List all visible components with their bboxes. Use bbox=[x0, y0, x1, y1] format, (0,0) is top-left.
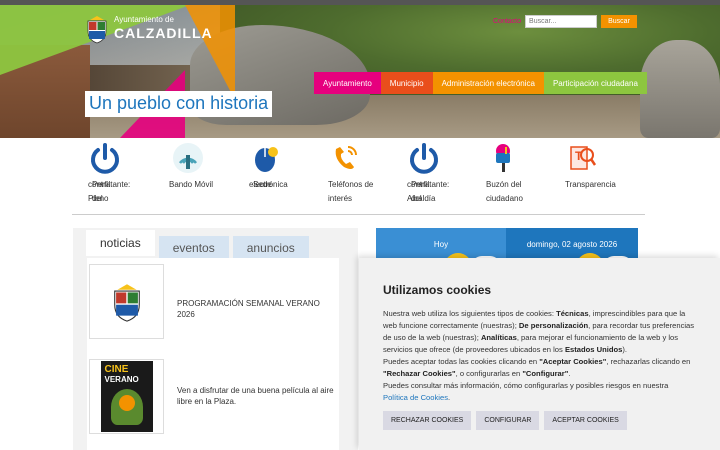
calendar-date: domingo, 02 agosto 2026 bbox=[526, 240, 618, 249]
site-header: Ayuntamiento de CALZADILLA Contacto Busc… bbox=[0, 5, 720, 138]
nav-item-1[interactable]: Municipio bbox=[380, 72, 433, 94]
cookie-buttons: RECHAZAR COOKIES CONFIGURAR ACEPTAR COOK… bbox=[383, 411, 698, 430]
quick-link-telefonos[interactable]: Teléfonos de interés bbox=[328, 141, 373, 203]
news-title[interactable]: Ven a disfrutar de una buena película al… bbox=[177, 385, 337, 407]
cookie-title: Utilizamos cookies bbox=[383, 283, 492, 297]
search-bar: Contacto Buscar bbox=[493, 15, 638, 28]
man-statue bbox=[640, 40, 720, 138]
mailbox-icon bbox=[496, 144, 510, 172]
configure-cookies-button[interactable]: CONFIGURAR bbox=[476, 411, 540, 430]
news-title[interactable]: PROGRAMACIÓN SEMANAL VERANO 2026 bbox=[177, 298, 337, 320]
broadcast-icon bbox=[173, 143, 203, 173]
org-subtitle: Ayuntamiento de bbox=[114, 15, 174, 24]
nav-item-0[interactable]: Ayuntamiento bbox=[314, 72, 381, 94]
tab-anuncios[interactable]: anuncios bbox=[232, 236, 309, 259]
reject-cookies-button[interactable]: RECHAZAR COOKIES bbox=[383, 411, 472, 430]
coat-of-arms-icon bbox=[87, 16, 107, 44]
news-list: PROGRAMACIÓN SEMANAL VERANO 2026 CINE VE… bbox=[87, 258, 339, 450]
contact-link[interactable]: Contacto bbox=[493, 18, 521, 25]
quick-link-perfil-pleno[interactable]: Perfil del contratante: Pleno bbox=[88, 141, 130, 203]
tab-noticias[interactable]: noticias bbox=[86, 230, 155, 256]
cine-de-verano-poster: CINE VERANO bbox=[100, 361, 153, 432]
site-logo[interactable]: Ayuntamiento de CALZADILLA bbox=[86, 14, 213, 44]
search-input[interactable] bbox=[525, 15, 598, 28]
phone-icon bbox=[335, 146, 357, 169]
coat-of-arms-icon bbox=[113, 283, 140, 322]
news-thumbnail[interactable] bbox=[89, 264, 164, 339]
nav-item-2[interactable]: Administración electrónica bbox=[432, 72, 544, 94]
accept-cookies-button[interactable]: ACEPTAR COOKIES bbox=[544, 411, 627, 430]
cookie-banner: Utilizamos cookies Nuestra web utiliza l… bbox=[359, 258, 720, 450]
mouse-hand-icon bbox=[255, 147, 278, 172]
quick-link-perfil-alcaldia[interactable]: Perfil del contratante: Alcaldía bbox=[407, 141, 449, 203]
news-tabs: noticias eventos anuncios bbox=[86, 230, 309, 259]
magnifier-document-icon: T bbox=[570, 146, 597, 170]
nav-item-3[interactable]: Participación ciudadana bbox=[543, 72, 647, 94]
quick-link-sede-electronica[interactable]: Sede electrónica bbox=[249, 141, 288, 189]
org-name: CALZADILLA bbox=[114, 25, 213, 41]
power-icon bbox=[410, 143, 438, 174]
section-divider bbox=[72, 214, 645, 215]
quick-links: Perfil del contratante: Pleno Bando Móvi… bbox=[88, 141, 648, 215]
cookie-policy-link[interactable]: Política de Cookies bbox=[383, 393, 448, 402]
power-icon bbox=[91, 143, 119, 174]
main-nav: Ayuntamiento Municipio Administración elec… bbox=[314, 72, 647, 94]
quick-link-bando-movil[interactable]: Bando Móvil bbox=[169, 141, 213, 189]
search-button[interactable]: Buscar bbox=[601, 15, 638, 28]
quick-link-buzon[interactable]: Buzón del ciudadano bbox=[486, 141, 523, 203]
news-thumbnail[interactable]: CINE VERANO bbox=[89, 359, 164, 434]
quick-link-transparencia[interactable]: T Transparencia bbox=[565, 141, 616, 189]
cookie-description: Nuestra web utiliza los siguientes tipos… bbox=[383, 309, 695, 402]
tab-eventos[interactable]: eventos bbox=[158, 236, 229, 259]
slogan: Un pueblo con historia bbox=[85, 91, 273, 117]
